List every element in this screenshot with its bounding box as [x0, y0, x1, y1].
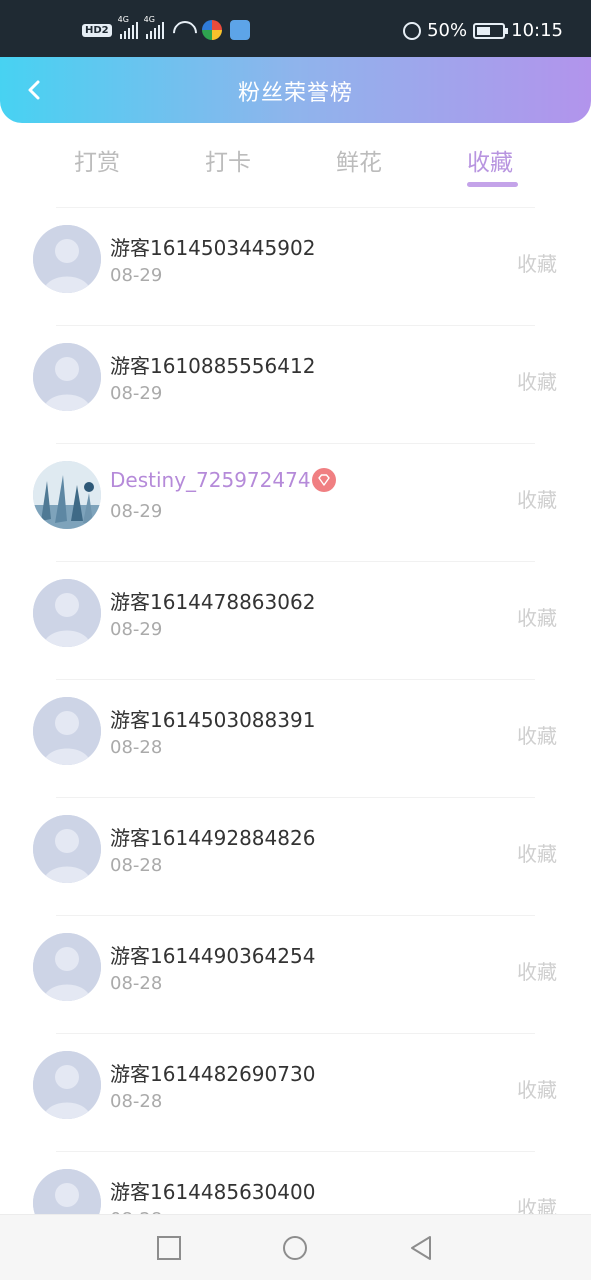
hd-badge-sub: 2 [101, 24, 109, 36]
wifi-icon [172, 21, 194, 39]
item-date: 08-28 [110, 1091, 163, 1112]
user-name: 游客1614503445902 [110, 236, 316, 260]
item-date: 08-28 [110, 973, 163, 994]
default-avatar-icon [33, 225, 101, 293]
default-avatar-icon [33, 579, 101, 647]
default-avatar-icon [33, 815, 101, 883]
triangle-back-icon [411, 1236, 431, 1260]
signal-label-2: 4G [143, 15, 155, 24]
signal-icon-1: 4G [118, 15, 138, 39]
hd-badge-label: HD [85, 24, 102, 36]
action-label: 收藏 [517, 370, 557, 394]
list-item[interactable]: 游客1614503445902 08-29 收藏 [0, 208, 591, 326]
battery-percent: 50% [427, 20, 468, 41]
user-name: 游客1614482690730 [110, 1062, 316, 1086]
status-bar: HD2 4G 4G 50% 10:15 [0, 0, 591, 58]
system-back-button[interactable] [408, 1235, 434, 1261]
diamond-icon [318, 474, 330, 486]
page-title: 粉丝荣誉榜 [237, 81, 353, 106]
phone-screen: HD2 4G 4G 50% 10:15 粉丝荣誉榜 打赏 打卡 鲜花 收藏 游客… [0, 0, 591, 1280]
status-right: 50% 10:15 [403, 20, 563, 41]
tab-reward[interactable]: 打赏 [74, 143, 120, 177]
tab-bar: 打赏 打卡 鲜花 收藏 [0, 123, 591, 209]
avatar [33, 1051, 101, 1119]
user-name: 游客1610885556412 [110, 354, 316, 378]
user-name: 游客1614492884826 [110, 826, 316, 850]
action-label: 收藏 [517, 724, 557, 748]
recents-button[interactable] [156, 1235, 182, 1261]
default-avatar-icon [33, 1051, 101, 1119]
action-label: 收藏 [517, 488, 557, 512]
user-name: 游客1614478863062 [110, 590, 316, 614]
item-date: 08-28 [110, 855, 163, 876]
list-item[interactable]: 游客1614490364254 08-28 收藏 [0, 916, 591, 1034]
user-name: 游客1614503088391 [110, 708, 316, 732]
home-button[interactable] [282, 1235, 308, 1261]
user-name: 游客1614485630400 [110, 1180, 316, 1204]
circle-icon [283, 1236, 307, 1260]
default-avatar-icon [33, 343, 101, 411]
list-item[interactable]: Destiny_725972474 08-29 收藏 [0, 444, 591, 562]
user-name: 游客1614490364254 [110, 944, 316, 968]
tab-checkin[interactable]: 打卡 [205, 143, 251, 177]
list-item[interactable]: 游客1614503088391 08-28 收藏 [0, 680, 591, 798]
avatar [33, 933, 101, 1001]
action-label: 收藏 [517, 1078, 557, 1102]
list-item[interactable]: 游客1614482690730 08-28 收藏 [0, 1034, 591, 1152]
item-date: 08-29 [110, 265, 163, 286]
default-avatar-icon [33, 697, 101, 765]
app-notification-icon-2 [229, 20, 250, 40]
square-icon [157, 1236, 181, 1260]
avatar [33, 815, 101, 883]
action-label: 收藏 [517, 960, 557, 984]
alarm-icon [403, 21, 422, 40]
app-notification-icon [201, 20, 222, 40]
vip-diamond-badge [312, 468, 336, 492]
hd-badge: HD2 [82, 23, 112, 37]
fan-list: 游客1614503445902 08-29 收藏 游客1610885556412… [0, 208, 591, 1270]
tab-active-indicator [467, 182, 518, 187]
list-item[interactable]: 游客1610885556412 08-29 收藏 [0, 326, 591, 444]
item-date: 08-29 [110, 501, 163, 522]
item-date: 08-29 [110, 619, 163, 640]
status-left: HD2 4G 4G [82, 15, 250, 40]
list-item[interactable]: 游客1614478863062 08-29 收藏 [0, 562, 591, 680]
header-bar: 粉丝荣誉榜 [0, 57, 591, 123]
status-time: 10:15 [511, 20, 563, 41]
action-label: 收藏 [517, 842, 557, 866]
user-name: Destiny_725972474 [110, 468, 311, 492]
avatar [33, 579, 101, 647]
list-item[interactable]: 游客1614492884826 08-28 收藏 [0, 798, 591, 916]
system-nav-bar [0, 1214, 591, 1280]
item-date: 08-29 [110, 383, 163, 404]
avatar [33, 461, 101, 529]
tab-flowers[interactable]: 鲜花 [336, 143, 382, 177]
avatar [33, 697, 101, 765]
battery-icon [473, 22, 509, 39]
action-label: 收藏 [517, 252, 557, 276]
avatar [33, 225, 101, 293]
tab-favorites[interactable]: 收藏 [467, 143, 513, 177]
signal-icon-2: 4G [144, 15, 164, 39]
default-avatar-icon [33, 933, 101, 1001]
photo-avatar-icon [33, 461, 101, 529]
avatar [33, 343, 101, 411]
action-label: 收藏 [517, 606, 557, 630]
item-date: 08-28 [110, 737, 163, 758]
signal-label-1: 4G [117, 15, 129, 24]
